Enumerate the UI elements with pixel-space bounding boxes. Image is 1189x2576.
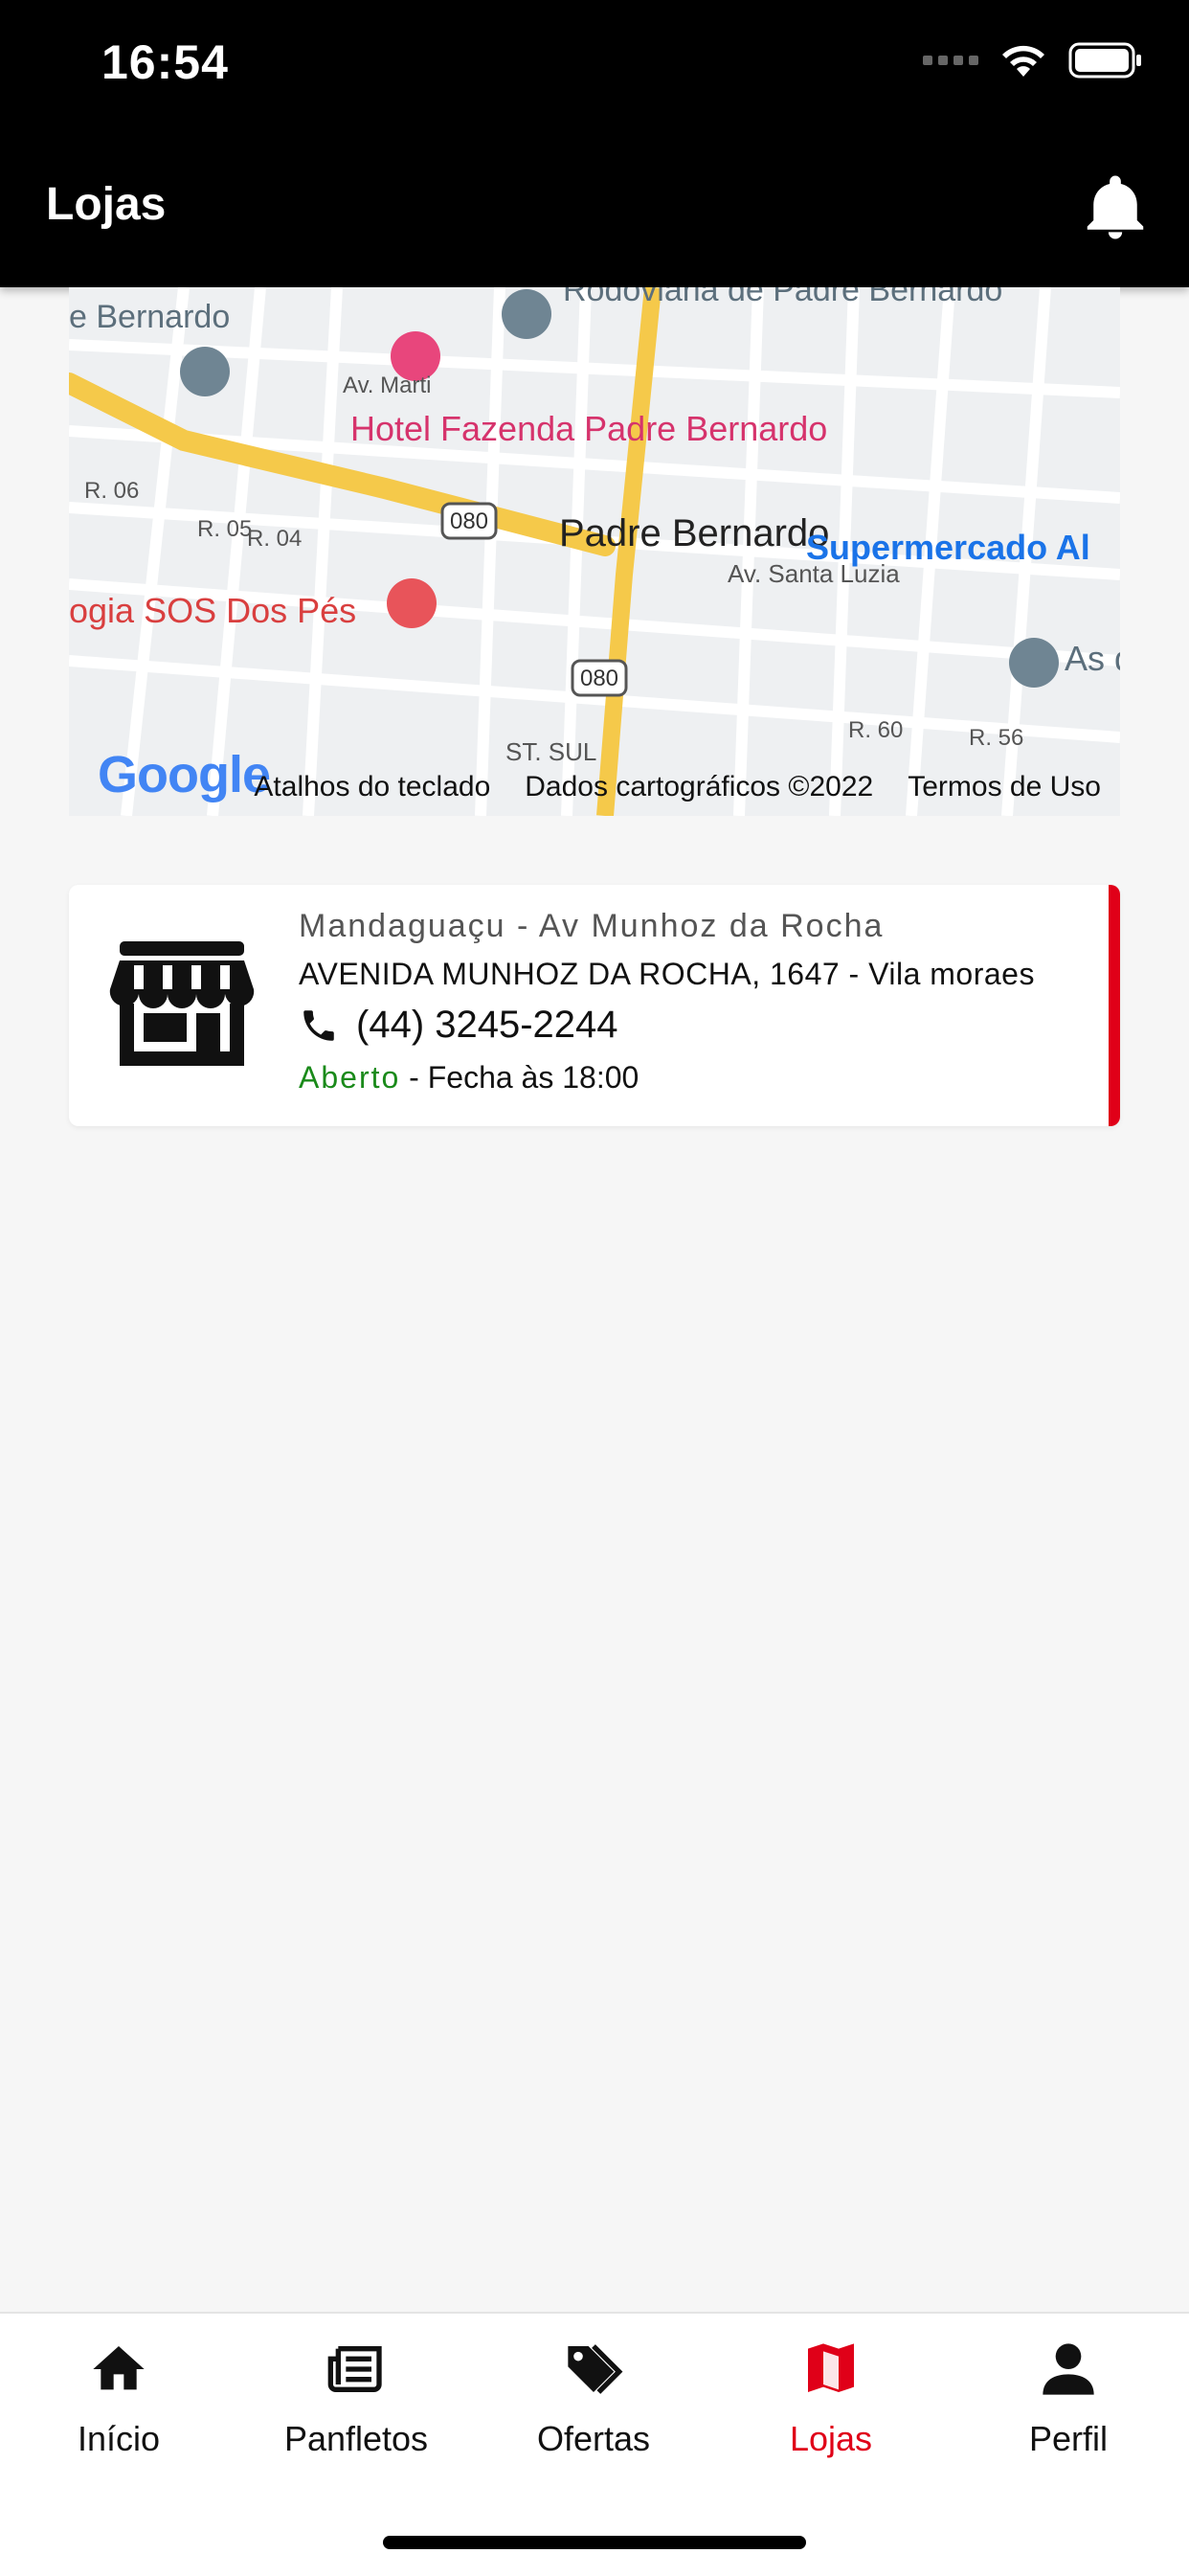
status-icons [923, 42, 1143, 79]
map-label: Rodoviária de Padre Bernardo [563, 287, 1002, 308]
home-indicator[interactable] [383, 2536, 806, 2549]
nav-item-panfletos[interactable]: Panfletos [237, 2339, 475, 2482]
home-icon [93, 2346, 145, 2390]
storefront-icon [109, 941, 255, 1066]
map-label: Padre Bernardo [559, 512, 829, 554]
open-status: Aberto [299, 1060, 401, 1095]
nav-label: Panfletos [283, 2419, 429, 2458]
map-label: R. 60 [848, 717, 903, 743]
map-label: R. 04 [247, 526, 302, 552]
wifi-icon [1002, 45, 1044, 77]
map-data-credit: Dados cartográficos ©2022 [525, 771, 874, 802]
page-title: Lojas [46, 179, 167, 230]
nav-label: Ofertas [536, 2419, 651, 2458]
nav-label: Lojas [789, 2419, 873, 2458]
phone-icon [303, 1009, 334, 1041]
map-label: Av. Marti [343, 373, 431, 398]
nav-item-perfil[interactable]: Perfil [950, 2339, 1187, 2482]
status-time: 16:54 [101, 35, 229, 89]
map-label: e Bernardo [69, 299, 230, 335]
battery-icon [1068, 42, 1141, 79]
map-label: ogia SOS Dos Pés [69, 591, 356, 630]
map-label: R. 56 [969, 725, 1023, 751]
map-label: Av. Santa Luzia [728, 559, 900, 588]
route-shield-label: 080 [580, 666, 618, 691]
person-icon [1043, 2343, 1094, 2395]
card-accent-bar [1109, 885, 1120, 1126]
tags-icon [568, 2344, 623, 2394]
status-bar: 16:54 [0, 0, 1189, 144]
nav-label: Perfil [1028, 2419, 1109, 2458]
store-phone-number[interactable]: (44) 3245-2244 [356, 1004, 618, 1047]
nav-item-inicio[interactable]: Início [0, 2339, 237, 2482]
map-label: R. 05 [197, 516, 252, 542]
store-name: Mandaguaçu - Av Munhoz da Rocha [299, 908, 885, 944]
closing-time: - Fecha às 18:00 [409, 1060, 639, 1095]
nav-item-lojas[interactable]: Lojas [712, 2339, 950, 2482]
newspaper-icon [327, 2346, 382, 2392]
map-footer: Atalhos do teclado Dados cartográficos ©… [69, 758, 1120, 816]
map-icon [808, 2343, 854, 2392]
store-address: AVENIDA MUNHOZ DA ROCHA, 1647 - Vila mor… [299, 957, 1035, 991]
terms-link[interactable]: Termos de Uso [908, 771, 1101, 803]
notification-bell-icon[interactable] [1078, 170, 1153, 245]
route-shield-label: 080 [450, 508, 488, 534]
map-label: Hotel Fazenda Padre Bernardo [350, 409, 827, 448]
store-status: Aberto - Fecha às 18:00 [299, 1060, 1082, 1096]
app-bar: Lojas [0, 144, 1189, 287]
store-phone[interactable]: (44) 3245-2244 [299, 1004, 1082, 1047]
map-label: As do [1065, 639, 1120, 678]
map-label: R. 06 [84, 478, 139, 504]
nav-label: Início [77, 2419, 161, 2458]
cellular-signal-icon [923, 56, 978, 65]
nav-item-ofertas[interactable]: Ofertas [475, 2339, 712, 2482]
store-card[interactable]: Mandaguaçu - Av Munhoz da Rocha AVENIDA … [69, 885, 1120, 1126]
keyboard-shortcuts-link[interactable]: Atalhos do teclado [254, 771, 490, 803]
store-map[interactable]: 080 080 e Bernardo Rodoviária de Padre B… [69, 287, 1120, 816]
